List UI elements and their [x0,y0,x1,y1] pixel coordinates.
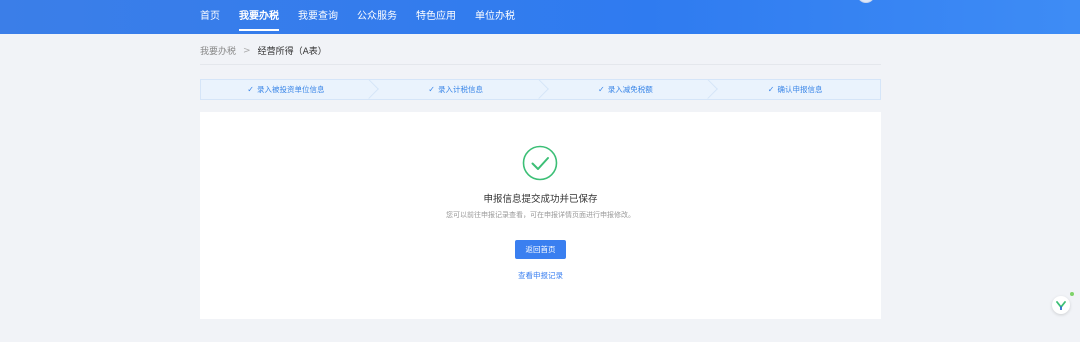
step-tax-relief: ✓ 录入减免税额 [541,79,719,99]
step-investee-info: ✓ 录入被投资单位信息 [201,79,379,99]
breadcrumb-current: 经营所得（A表） [257,47,327,57]
nav-item-public-service[interactable]: 公众服务 [357,0,397,34]
step-label: 录入减免税额 [607,85,653,94]
step-confirm: ✓ 确认申报信息 [710,80,880,99]
logo-glyph [1056,300,1066,310]
check-icon: ✓ [247,85,254,94]
notification-dot [1070,292,1074,296]
breadcrumb-divider [200,64,881,65]
check-icon: ✓ [428,85,435,94]
step-label: 录入被投资单位信息 [256,85,325,94]
result-title: 申报信息提交成功并已保存 [483,194,598,205]
nav-item-special-apps[interactable]: 特色应用 [416,0,456,34]
nav-item-tax-handling[interactable]: 我要办税 [239,0,279,34]
view-records-link[interactable]: 查看申报记录 [200,270,881,281]
step-taxable-info: ✓ 录入计税信息 [371,79,549,99]
result-description: 您可以前往申报记录查看，可在申报详情页面进行申报修改。 [446,211,635,219]
nav-item-unit-tax[interactable]: 单位办税 [475,0,515,34]
return-home-button[interactable]: 返回首页 [515,240,566,259]
top-nav-bar: 首页 我要办税 我要查询 公众服务 特色应用 单位办税 [0,0,1080,34]
y-logo-icon[interactable] [1052,296,1070,314]
check-icon: ✓ [767,85,775,94]
nav-item-home[interactable]: 首页 [200,0,220,34]
result-card: 申报信息提交成功并已保存 您可以前往申报记录查看，可在申报详情页面进行申报修改。… [200,112,881,319]
user-avatar[interactable] [857,0,875,3]
check-icon: ✓ [598,85,605,94]
breadcrumb-parent[interactable]: 我要办税 [200,44,236,57]
nav-item-query[interactable]: 我要查询 [298,0,338,34]
check-circle-icon [522,145,558,181]
breadcrumb: 我要办税 > 经营所得（A表） [200,44,327,58]
progress-steps: ✓ 录入被投资单位信息 ✓ 录入计税信息 ✓ 录入减免税额 ✓ 确认申报信息 [200,79,881,100]
step-label: 确认申报信息 [777,85,823,94]
step-label: 录入计税信息 [437,85,483,94]
main-nav: 首页 我要办税 我要查询 公众服务 特色应用 单位办税 [200,0,534,34]
breadcrumb-separator: > [243,45,251,56]
